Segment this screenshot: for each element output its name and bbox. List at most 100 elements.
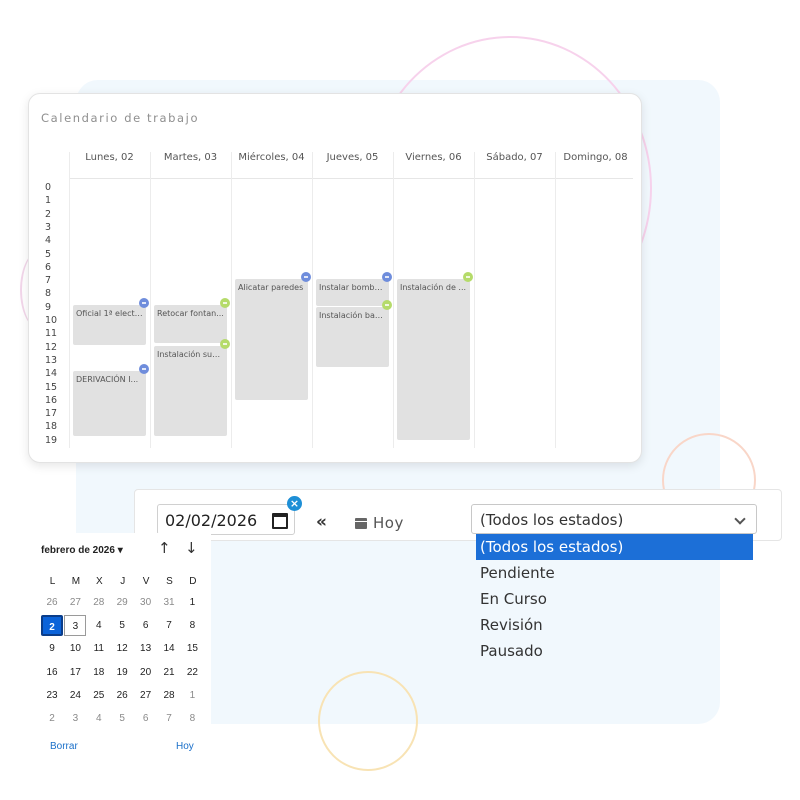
hour-label: 0 [45, 182, 52, 193]
status-dot-icon [220, 297, 230, 308]
date-cell[interactable]: 13 [135, 638, 157, 659]
date-cell[interactable]: 28 [158, 685, 180, 706]
calendar-event[interactable]: Oficial 1ª electri... [73, 304, 146, 345]
date-cell[interactable]: 8 [181, 708, 203, 729]
date-cell[interactable]: 4 [88, 615, 110, 636]
date-cell[interactable]: 27 [135, 685, 157, 706]
calendar-icon[interactable] [272, 513, 288, 529]
date-cell[interactable]: 5 [111, 708, 133, 729]
column-divider [231, 152, 232, 448]
today-button[interactable]: Hoy [355, 514, 404, 532]
date-cell[interactable]: 10 [64, 638, 86, 659]
calendar-event[interactable]: Instalar bomba... [316, 279, 389, 306]
date-cell[interactable]: 6 [135, 615, 157, 636]
date-cell[interactable]: 8 [181, 615, 203, 636]
date-cell[interactable]: 6 [135, 708, 157, 729]
header-divider [69, 178, 633, 179]
date-cell[interactable]: 11 [88, 638, 110, 659]
date-input[interactable]: 02/02/2026 [157, 504, 295, 535]
arrow-down-icon[interactable]: ↓ [185, 539, 198, 557]
work-calendar: Calendario de trabajo Lunes, 02 Martes, 0… [28, 93, 642, 463]
status-option[interactable]: En Curso [476, 586, 753, 612]
calendar-event[interactable]: DERIVACIÓN I... [73, 371, 146, 437]
hour-label: 3 [45, 221, 52, 233]
date-cell[interactable]: 3 [64, 615, 87, 637]
day-header: Viernes, 06 [405, 152, 462, 163]
calendar-event[interactable]: Retocar fontan... [154, 304, 227, 344]
day-header: Sábado, 07 [486, 152, 543, 163]
date-cell[interactable]: 28 [88, 592, 110, 613]
day-header: Jueves, 05 [326, 152, 379, 163]
previous-week-button[interactable]: « [316, 512, 327, 532]
date-cell[interactable]: 5 [111, 615, 133, 636]
date-cell[interactable]: 2 [41, 708, 63, 729]
hour-label: 15 [45, 381, 58, 393]
date-cell[interactable]: 29 [111, 592, 133, 613]
weekday-label: X [95, 576, 103, 587]
status-select[interactable]: (Todos los estados) [471, 504, 757, 534]
status-options-list: (Todos los estados) Pendiente En Curso R… [476, 534, 753, 664]
today-link[interactable]: Hoy [176, 741, 194, 752]
date-cell[interactable]: 12 [111, 638, 133, 659]
date-input-value: 02/02/2026 [165, 511, 258, 530]
hour-label: 16 [45, 394, 58, 406]
hour-label: 9 [45, 301, 52, 313]
date-cell[interactable]: 4 [88, 708, 110, 729]
date-cell[interactable]: 31 [158, 592, 180, 613]
status-dot-icon [382, 272, 392, 283]
clear-button[interactable]: Borrar [50, 741, 78, 752]
day-header: Martes, 03 [163, 152, 218, 163]
date-cell[interactable]: 2 [41, 615, 63, 637]
status-dot-icon [139, 297, 149, 308]
date-cell[interactable]: 24 [64, 685, 86, 706]
month-selector[interactable]: febrero de 2026 ▾ [41, 545, 123, 556]
hour-label: 1 [45, 195, 52, 207]
status-select-value: (Todos los estados) [480, 511, 624, 529]
date-cell[interactable]: 3 [64, 708, 86, 729]
date-cell[interactable]: 15 [181, 638, 203, 659]
date-cell[interactable]: 26 [111, 685, 133, 706]
hour-label: 11 [45, 328, 58, 340]
status-option[interactable]: Pendiente [476, 560, 753, 586]
calendar-event[interactable]: Alicatar paredes [235, 279, 308, 401]
date-cell[interactable]: 18 [88, 662, 110, 683]
date-cell[interactable]: 9 [41, 638, 63, 659]
date-cell[interactable]: 22 [181, 662, 203, 683]
date-cell[interactable]: 20 [135, 662, 157, 683]
hour-label: 19 [45, 434, 58, 446]
status-option[interactable]: Pausado [476, 638, 753, 664]
calendar-event[interactable]: Instalación sue... [154, 345, 227, 437]
date-cell[interactable]: 1 [181, 592, 203, 613]
date-cell[interactable]: 7 [158, 708, 180, 729]
date-cell[interactable]: 26 [41, 592, 63, 613]
hour-label: 7 [45, 275, 52, 287]
hour-label: 17 [45, 408, 58, 420]
date-cell[interactable]: 17 [64, 662, 86, 683]
date-cell[interactable]: 16 [41, 662, 63, 683]
status-option[interactable]: Revisión [476, 612, 753, 638]
calendar-event[interactable]: Instalación de ... [397, 279, 470, 441]
clear-date-icon[interactable]: × [287, 496, 302, 511]
date-cell[interactable]: 27 [64, 592, 86, 613]
date-cell[interactable]: 30 [135, 592, 157, 613]
date-cell[interactable]: 14 [158, 638, 180, 659]
today-button-label: Hoy [373, 514, 404, 532]
date-cell[interactable]: 1 [181, 685, 203, 706]
date-cell[interactable]: 23 [41, 685, 63, 706]
weekday-label: D [189, 576, 197, 587]
date-cell[interactable]: 21 [158, 662, 180, 683]
status-option[interactable]: (Todos los estados) [476, 534, 753, 560]
date-cell[interactable]: 25 [88, 685, 110, 706]
hour-label: 10 [45, 315, 58, 326]
calendar-event[interactable]: Instalación bañ... [316, 307, 389, 368]
arrow-up-icon[interactable]: ↑ [158, 539, 171, 557]
hour-label: 4 [45, 235, 52, 247]
weekday-label: S [166, 576, 173, 587]
date-cell[interactable]: 19 [111, 662, 133, 683]
date-cell[interactable]: 7 [158, 615, 180, 636]
column-divider [474, 152, 475, 448]
hour-label: 12 [45, 341, 58, 353]
day-header: Domingo, 08 [563, 152, 628, 163]
status-dot-icon [382, 300, 392, 311]
weekday-label: M [71, 576, 81, 587]
